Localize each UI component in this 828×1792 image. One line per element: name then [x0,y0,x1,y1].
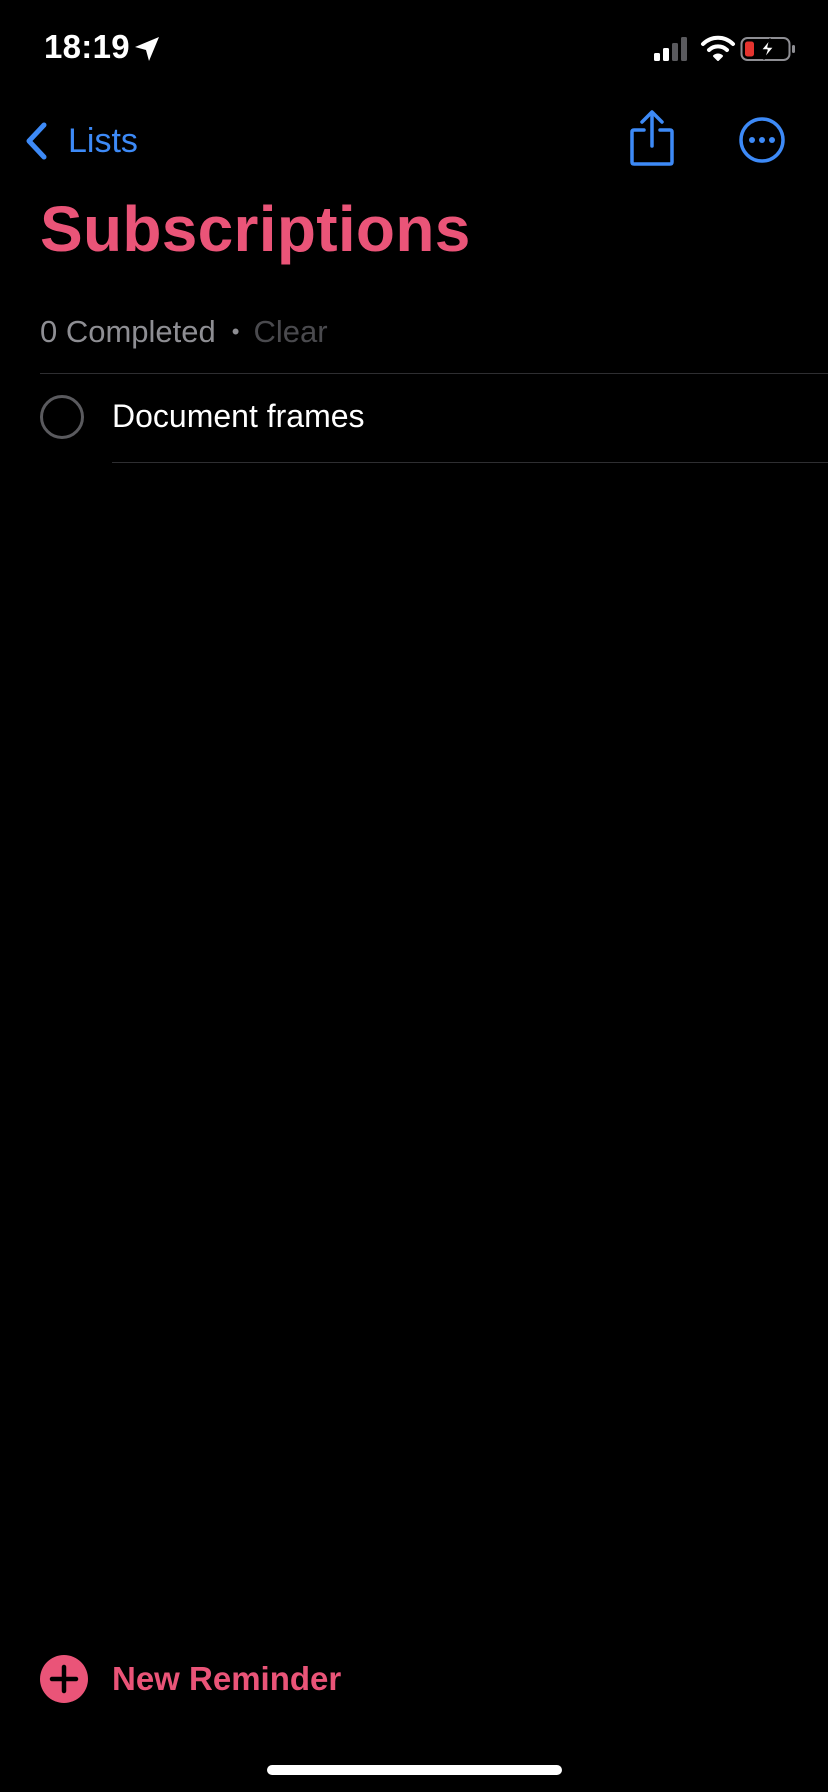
share-icon[interactable] [628,110,676,168]
battery-charging-icon [740,37,795,61]
clear-button[interactable]: Clear [253,314,327,350]
divider [112,462,828,463]
completed-count: 0 Completed [40,314,216,349]
status-bar: 18:19 [0,0,828,96]
wifi-icon [701,35,735,61]
new-reminder-label: New Reminder [112,1660,342,1697]
chevron-left-icon [26,122,47,160]
status-time: 18:19 [44,28,130,65]
location-arrow-icon [135,37,159,61]
reminder-title[interactable]: Document frames [112,398,365,435]
back-button[interactable]: Lists [24,116,138,166]
back-button-label: Lists [68,121,138,160]
ellipsis-circle-icon[interactable] [738,116,786,164]
cellular-signal-icon [654,37,687,61]
separator-dot: • [231,319,240,344]
reminder-checkbox[interactable] [40,395,84,439]
completed-summary: 0 Completed • Clear [40,310,328,354]
list-item[interactable]: Document frames [0,374,828,462]
page-title: Subscriptions [40,193,471,265]
new-reminder-button[interactable]: New Reminder [40,1654,341,1704]
home-indicator[interactable] [267,1765,562,1775]
plus-circle-icon [40,1655,88,1703]
